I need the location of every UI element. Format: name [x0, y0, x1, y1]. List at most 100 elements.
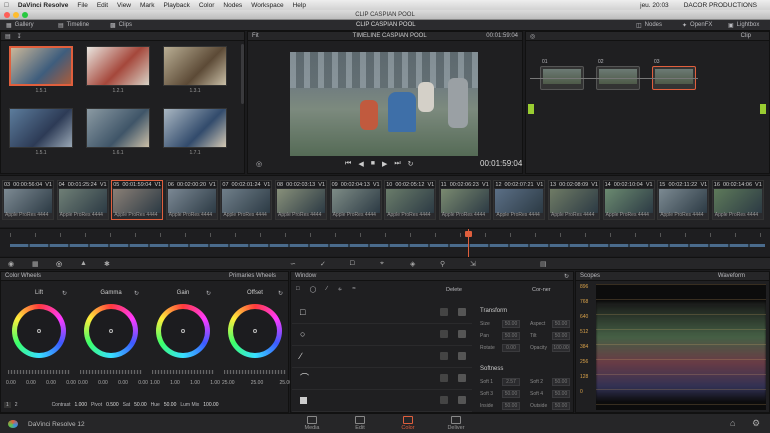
wheel-center-handle[interactable] — [109, 329, 113, 333]
wheel-center-handle[interactable] — [253, 329, 257, 333]
gallery-still[interactable] — [163, 46, 227, 86]
menu-mark[interactable]: Mark — [140, 2, 154, 9]
sizing-icon[interactable]: ⇲ — [470, 260, 476, 268]
minimize-window-icon[interactable] — [13, 12, 19, 18]
rgb-mixer-icon[interactable]: ▲ — [80, 260, 87, 267]
menubar-user[interactable]: DACOR PRODUCTIONS — [684, 2, 757, 9]
wheel-reset-icon[interactable]: ↻ — [278, 290, 283, 297]
timeline-clip[interactable]: 13 00:02:08:09 V1 Apple ProRes 4444 — [548, 180, 600, 220]
lummix-value[interactable]: 100.00 — [203, 402, 218, 408]
timeline-clip[interactable]: 14 00:02:10:04 V1 Apple ProRes 4444 — [602, 180, 655, 220]
page-media-button[interactable]: Media — [292, 416, 332, 431]
wheel-value[interactable]: 25.00 — [222, 380, 235, 386]
timeline-clip[interactable]: 10 00:02:05:12 V1 Apple ProRes 4444 — [384, 180, 437, 220]
qualifier-icon[interactable]: ✓ — [320, 260, 326, 268]
color-wheel[interactable] — [84, 304, 138, 358]
wheel-value[interactable]: 0.00 — [26, 380, 36, 386]
contrast-value[interactable]: 1.000 — [74, 402, 87, 408]
timeline-clip[interactable]: 09 00:02:04:13 V1 Apple ProRes 4444 — [329, 180, 382, 220]
master-wheel-slider[interactable] — [80, 370, 142, 374]
gallery-scrollbar[interactable] — [241, 44, 244, 104]
transform-field-value[interactable]: 0.00 — [502, 344, 520, 352]
color-wheel[interactable] — [12, 304, 66, 358]
window-delete-icon[interactable] — [458, 308, 466, 316]
wheel-value[interactable]: 1.00 — [170, 380, 180, 386]
timeline-clip[interactable]: 11 00:02:06:23 V1 Apple ProRes 4444 — [438, 180, 491, 220]
gallery-still[interactable] — [9, 108, 73, 148]
wheel-value[interactable]: 1.00 — [190, 380, 200, 386]
timeline-clip[interactable]: 08 00:02:03:13 V1 Apple ProRes 4444 — [275, 180, 327, 220]
page-edit-button[interactable]: Edit — [340, 416, 380, 431]
wheel-value[interactable]: 25.00 — [251, 380, 264, 386]
gallery-still[interactable] — [86, 46, 150, 86]
wheel-reset-icon[interactable]: ↻ — [134, 290, 139, 297]
node-input-marker[interactable] — [528, 104, 534, 114]
mini-timeline[interactable] — [0, 228, 770, 257]
scopes-tool-icon[interactable]: ▤ — [540, 260, 547, 268]
wheel-center-handle[interactable] — [37, 329, 41, 333]
menu-workspace[interactable]: Workspace — [251, 2, 283, 9]
wheel-value[interactable]: 0.00 — [66, 380, 76, 386]
zoom-window-icon[interactable] — [22, 12, 28, 18]
wheel-value[interactable]: 0.00 — [118, 380, 128, 386]
key-icon[interactable]: ⚲ — [440, 260, 445, 268]
play-reverse-icon[interactable]: ◀ — [358, 160, 363, 168]
window-delete-icon[interactable] — [458, 396, 466, 404]
timeline-clip[interactable]: 15 00:02:11:22 V1 Apple ProRes 4444 — [657, 180, 710, 220]
menu-edit[interactable]: Edit — [97, 2, 108, 9]
window-delete-button[interactable]: Delete — [446, 287, 462, 293]
timeline-clip[interactable]: 05 00:01:59:04 V1 Apple ProRes 4444 — [111, 180, 164, 220]
softness-field-value[interactable]: 50.00 — [502, 402, 520, 410]
window-row-curve[interactable]: ⌒ — [292, 368, 472, 390]
window-tool-icon[interactable]: □ — [350, 260, 354, 267]
window-tool-ellipse-icon[interactable]: ◯ — [310, 286, 317, 293]
window-delete-icon[interactable] — [458, 352, 466, 360]
wheels-mode-dropdown[interactable]: Primaries Wheels — [229, 273, 276, 279]
softness-field-value[interactable]: 50.00 — [502, 390, 520, 398]
window-toggle[interactable] — [440, 308, 448, 316]
wheel-reset-icon[interactable]: ↻ — [62, 290, 67, 297]
stop-icon[interactable]: ■ — [371, 160, 375, 168]
corner-dropdown[interactable]: Cor-ner — [532, 287, 551, 293]
camera-raw-icon[interactable]: ◉ — [8, 260, 14, 268]
transform-field-value[interactable]: 50.00 — [552, 332, 570, 340]
softness-field-value[interactable]: 2.57 — [502, 378, 520, 386]
apple-icon[interactable]:  — [4, 2, 9, 9]
curves-icon[interactable]: ∽ — [290, 260, 296, 268]
skip-forward-icon[interactable]: ⏭ — [394, 160, 400, 168]
window-delete-icon[interactable] — [458, 374, 466, 382]
page-a-button[interactable]: 1 — [4, 402, 11, 408]
wheel-value[interactable]: 1.00 — [150, 380, 160, 386]
color-match-icon[interactable]: ▦ — [32, 260, 39, 268]
transform-field-value[interactable]: 50.00 — [552, 320, 570, 328]
fit-dropdown[interactable]: Fit — [252, 33, 259, 39]
wheel-value[interactable]: 0.00 — [78, 380, 88, 386]
window-options-icon[interactable]: ↻ — [564, 273, 569, 280]
close-window-icon[interactable] — [4, 12, 10, 18]
color-wheel[interactable] — [228, 304, 282, 358]
window-tool-curve-icon[interactable]: ∻ — [337, 286, 342, 293]
blur-icon[interactable]: ◈ — [410, 260, 415, 268]
wheel-value[interactable]: 0.00 — [138, 380, 148, 386]
wheel-center-handle[interactable] — [181, 329, 185, 333]
clips-button[interactable]: ▩ Clips — [110, 22, 132, 29]
color-wheels-icon[interactable]: ◎ — [56, 260, 62, 268]
viewer-image[interactable] — [290, 52, 478, 156]
loop-icon[interactable]: ↻ — [408, 160, 414, 168]
wheel-reset-icon[interactable]: ↻ — [206, 290, 211, 297]
window-delete-icon[interactable] — [458, 330, 466, 338]
window-row-gradient[interactable] — [292, 390, 472, 412]
openfx-button[interactable]: ✦ OpenFX — [682, 22, 712, 29]
timeline-clip[interactable]: 07 00:02:01:24 V1 Apple ProRes 4444 — [220, 180, 273, 220]
window-row-square[interactable]: □ — [292, 302, 472, 324]
color-wheel[interactable] — [156, 304, 210, 358]
home-icon[interactable]: ⌂ — [730, 418, 735, 428]
settings-gear-icon[interactable]: ⚙ — [752, 418, 760, 429]
page-deliver-button[interactable]: Deliver — [436, 416, 476, 431]
menu-view[interactable]: View — [117, 2, 131, 9]
window-toggle[interactable] — [440, 374, 448, 382]
timeline-clip[interactable]: 12 00:02:07:21 V1 Apple ProRes 4444 — [493, 180, 546, 220]
playhead-marker[interactable] — [465, 231, 472, 237]
play-icon[interactable]: ▶ — [382, 160, 387, 168]
scopes-mode-dropdown[interactable]: Waveform — [718, 273, 745, 279]
